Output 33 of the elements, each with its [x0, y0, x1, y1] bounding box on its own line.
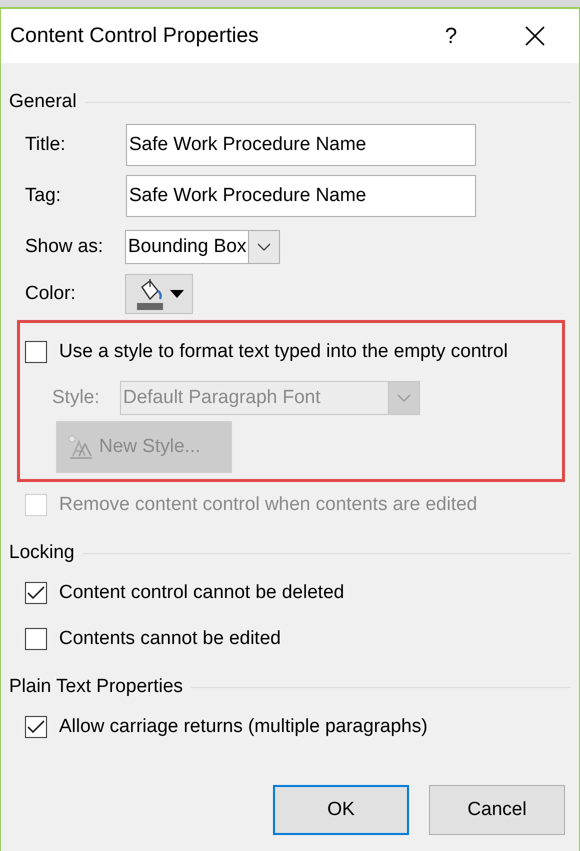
chevron-icon — [257, 242, 272, 250]
checkbox-label: Contents cannot be edited — [59, 628, 281, 650]
section-heading: General — [9, 91, 77, 113]
help-button[interactable]: ? — [439, 19, 463, 53]
field-label: Style: — [52, 387, 101, 409]
window-title: Content Control Properties — [10, 24, 260, 48]
checkbox[interactable] — [25, 582, 47, 604]
field-label: Color: — [25, 283, 77, 305]
field-label: Title: — [25, 134, 66, 156]
field-label: Show as: — [25, 236, 104, 258]
checkbox[interactable] — [25, 628, 47, 650]
checkmark-icon — [27, 720, 45, 734]
chevron-icon — [397, 394, 411, 402]
checkbox[interactable] — [25, 341, 47, 363]
checkbox-label: Remove content control when contents are edited — [59, 494, 478, 516]
section-heading: Locking — [9, 542, 74, 564]
checkbox-label: Use a style to format text typed into the empty control — [59, 341, 508, 363]
style-icon — [67, 434, 93, 460]
section-heading: Plain Text Properties — [9, 676, 183, 698]
input-field[interactable]: Safe Work Procedure Name — [126, 124, 476, 166]
checkbox-label: Content control cannot be deleted — [59, 582, 344, 604]
paint-bucket-icon — [134, 277, 166, 311]
checkbox-label: Allow carriage returns (multiple paragraphs) — [59, 716, 428, 738]
checkmark-icon — [27, 586, 45, 600]
caret-icon — [170, 290, 184, 298]
dropdown[interactable]: Bounding Box — [125, 230, 280, 264]
dialog-button[interactable]: Cancel — [429, 785, 565, 835]
checkbox[interactable] — [25, 716, 47, 738]
input-field[interactable]: Safe Work Procedure Name — [126, 174, 476, 216]
dialog-button[interactable]: OK — [273, 785, 409, 835]
color-button[interactable] — [125, 274, 193, 314]
close-icon — [525, 26, 545, 46]
field-label: Tag: — [25, 184, 62, 206]
